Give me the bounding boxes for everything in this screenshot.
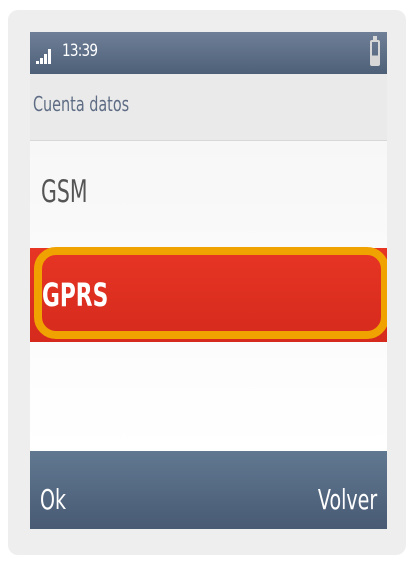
battery-icon [370, 36, 380, 66]
signal-icon [36, 48, 56, 64]
list-item-gsm[interactable]: GSM [30, 141, 387, 241]
clock-time: 13:39 [62, 41, 98, 61]
page-title: Cuenta datos [33, 92, 130, 116]
status-bar: 13:39 [30, 32, 387, 74]
volver-button[interactable]: Volver [318, 483, 377, 516]
data-account-list: GSM GPRS [30, 141, 387, 451]
screen-header: Cuenta datos [30, 74, 387, 141]
phone-screen: 13:39 Cuenta datos GSM GPRS Ok Volver [30, 32, 387, 529]
list-item-gprs[interactable]: GPRS [30, 240, 387, 342]
list-item-label: GPRS [42, 276, 109, 314]
softkey-bar: Ok Volver [30, 451, 387, 529]
ok-button[interactable]: Ok [40, 483, 66, 516]
list-item-label: GSM [41, 174, 88, 210]
